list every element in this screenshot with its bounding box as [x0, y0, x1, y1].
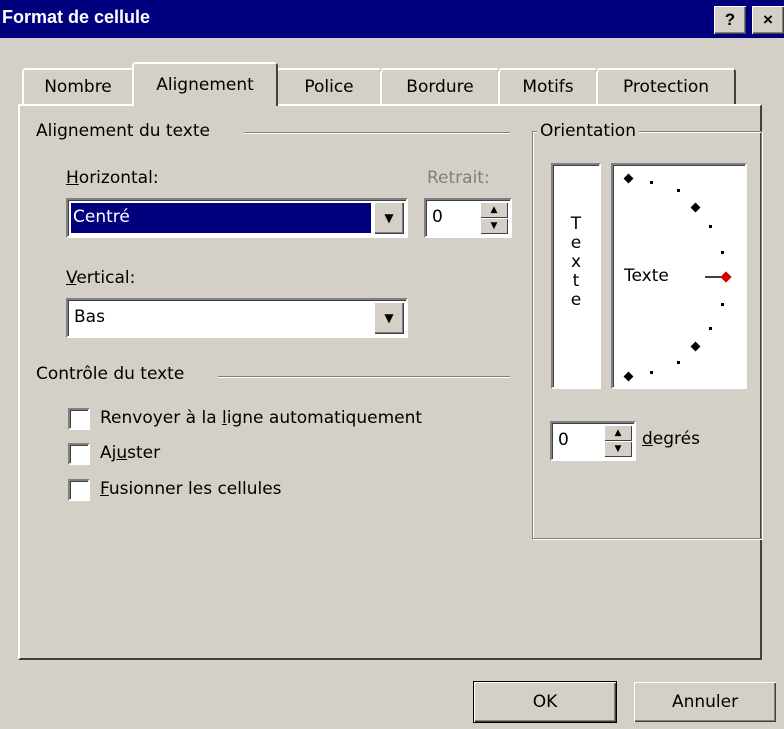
- indent-spinner[interactable]: ▲ ▼: [480, 202, 508, 234]
- horizontal-dropdown-button[interactable]: ▼: [374, 202, 404, 234]
- tab-nombre[interactable]: Nombre: [22, 68, 134, 104]
- alignment-section-title: Alignement du texte: [36, 121, 210, 141]
- dial-indicator-icon[interactable]: [720, 271, 732, 283]
- ok-button-label: OK: [532, 692, 558, 712]
- cancel-button-label: Annuler: [671, 692, 739, 712]
- degrees-label: degrés: [642, 429, 700, 449]
- tab-alignement[interactable]: Alignement: [132, 62, 278, 106]
- indent-spinbox[interactable]: 0 ▲ ▼: [424, 198, 512, 238]
- spin-up-icon[interactable]: ▲: [480, 202, 508, 218]
- vertical-label: Vertical:: [66, 268, 136, 288]
- close-button[interactable]: ×: [752, 6, 784, 34]
- tab-label: Police: [304, 77, 354, 97]
- dial-text: Texte: [624, 266, 669, 286]
- vertical-select[interactable]: Bas ▼: [66, 298, 408, 338]
- shrink-to-fit-label[interactable]: Ajuster: [100, 443, 160, 463]
- text-control-section-title: Contrôle du texte: [36, 364, 185, 384]
- ok-button[interactable]: OK: [473, 681, 617, 723]
- vertical-dropdown-button[interactable]: ▼: [374, 302, 404, 334]
- tab-label: Alignement: [156, 75, 254, 95]
- tab-label: Motifs: [522, 77, 574, 97]
- help-button[interactable]: ?: [714, 6, 746, 34]
- tab-label: Nombre: [44, 77, 112, 97]
- vertical-selected-value: Bas: [74, 307, 105, 327]
- text-control-divider: [218, 376, 510, 378]
- horizontal-label: Horizontal:: [66, 168, 159, 188]
- indent-label: Retrait:: [427, 168, 490, 188]
- spin-down-icon[interactable]: ▼: [604, 441, 632, 457]
- chevron-down-icon: ▼: [384, 311, 394, 325]
- alignment-divider: [244, 132, 510, 134]
- vertical-text-letters: T e x t e: [570, 214, 582, 310]
- cancel-button[interactable]: Annuler: [634, 682, 776, 722]
- wrap-text-checkbox[interactable]: [68, 408, 90, 430]
- horizontal-select[interactable]: Centré ▼: [66, 198, 408, 238]
- spin-up-icon[interactable]: ▲: [604, 425, 632, 441]
- tab-police[interactable]: Police: [276, 68, 382, 104]
- merge-cells-label[interactable]: Fusionner les cellules: [100, 479, 282, 499]
- shrink-to-fit-checkbox[interactable]: [68, 443, 90, 465]
- horizontal-selected-value: Centré: [70, 202, 372, 234]
- tab-label: Protection: [622, 77, 709, 97]
- orientation-dial[interactable]: Texte: [611, 163, 747, 389]
- merge-cells-checkbox[interactable]: [68, 479, 90, 501]
- tab-protection[interactable]: Protection: [596, 68, 736, 104]
- indent-value: 0: [432, 207, 443, 227]
- spin-down-icon[interactable]: ▼: [480, 218, 508, 234]
- vertical-text-button[interactable]: T e x t e: [551, 163, 601, 389]
- orientation-section-title: Orientation: [537, 121, 639, 141]
- window-title: Format de cellule: [2, 7, 151, 27]
- degrees-spinbox[interactable]: 0 ▲ ▼: [550, 421, 636, 461]
- tab-motifs[interactable]: Motifs: [498, 68, 598, 104]
- tab-label: Bordure: [406, 77, 474, 97]
- degrees-value: 0: [558, 430, 569, 450]
- wrap-text-label[interactable]: Renvoyer à la ligne automatiquement: [100, 408, 422, 428]
- degrees-spinner[interactable]: ▲ ▼: [604, 425, 632, 457]
- chevron-down-icon: ▼: [384, 211, 394, 225]
- tab-bordure[interactable]: Bordure: [380, 68, 500, 104]
